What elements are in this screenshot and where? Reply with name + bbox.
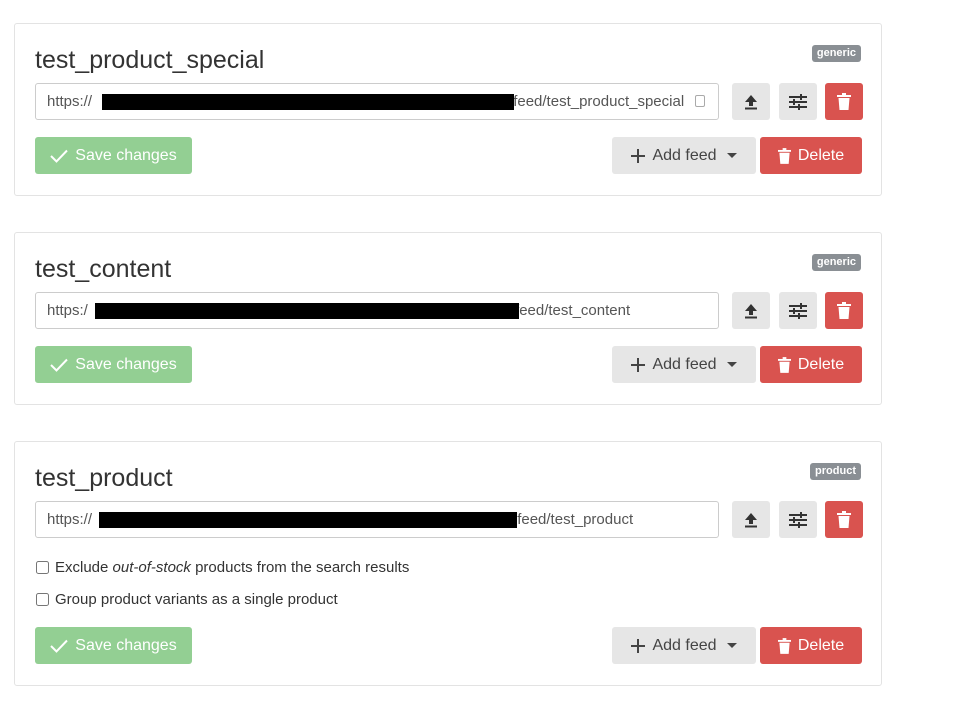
upload-button[interactable]	[732, 501, 770, 538]
delete-button[interactable]: Delete	[760, 137, 862, 174]
sliders-icon	[789, 302, 807, 319]
delete-icon-button[interactable]	[825, 501, 863, 538]
upload-button[interactable]	[732, 292, 770, 329]
settings-button[interactable]	[779, 501, 817, 538]
group-variants-checkbox[interactable]	[36, 593, 49, 606]
delete-icon-button[interactable]	[825, 292, 863, 329]
upload-button[interactable]	[732, 83, 770, 120]
trash-icon	[777, 147, 791, 164]
upload-icon	[745, 512, 757, 527]
settings-button[interactable]	[779, 83, 817, 120]
exclude-out-of-stock-option[interactable]: Exclude out-of-stock products from the s…	[36, 559, 409, 576]
caret-down-icon	[726, 362, 737, 367]
settings-button[interactable]	[779, 292, 817, 329]
url-prefix: https:/	[47, 302, 88, 319]
trash-icon	[777, 637, 791, 654]
feed-type-badge: generic	[811, 254, 861, 271]
feed-type-badge: generic	[811, 45, 861, 62]
delete-label: Delete	[797, 146, 845, 164]
feed-card: test_product_special generic https:// /f…	[14, 23, 882, 196]
delete-icon-button[interactable]	[825, 83, 863, 120]
upload-icon	[745, 94, 757, 109]
check-icon	[50, 149, 69, 163]
group-variants-option[interactable]: Group product variants as a single produ…	[36, 591, 338, 608]
save-label: Save changes	[75, 355, 177, 373]
save-label: Save changes	[75, 636, 177, 654]
save-changes-button[interactable]: Save changes	[35, 627, 192, 664]
trash-icon	[777, 356, 791, 373]
url-suffix: /feed/test_product_special	[509, 93, 685, 110]
trash-icon	[837, 511, 851, 528]
add-feed-dropdown[interactable]: Add feed	[612, 346, 756, 383]
plus-icon	[631, 148, 646, 163]
option-label: Exclude out-of-stock products from the s…	[55, 559, 410, 576]
redacted-block	[95, 303, 519, 319]
upload-icon	[745, 303, 757, 318]
feed-title: test_product	[35, 464, 173, 492]
trash-icon	[837, 302, 851, 319]
url-prefix: https://	[47, 93, 93, 110]
url-suffix: /feed/test_product	[513, 511, 634, 528]
trash-icon	[837, 93, 851, 110]
autofill-icon	[695, 95, 705, 107]
check-icon	[50, 639, 69, 653]
feed-title: test_content	[35, 255, 172, 283]
delete-label: Delete	[797, 355, 845, 373]
add-feed-label: Add feed	[652, 355, 717, 373]
add-feed-dropdown[interactable]: Add feed	[612, 627, 756, 664]
caret-down-icon	[726, 153, 737, 158]
delete-button[interactable]: Delete	[760, 627, 862, 664]
feed-title: test_product_special	[35, 46, 265, 74]
delete-button[interactable]: Delete	[760, 346, 862, 383]
save-changes-button[interactable]: Save changes	[35, 137, 192, 174]
exclude-out-of-stock-checkbox[interactable]	[36, 561, 49, 574]
plus-icon	[631, 638, 646, 653]
caret-down-icon	[726, 643, 737, 648]
feed-card: test_content generic https:/ /feed/test_…	[14, 232, 882, 405]
save-label: Save changes	[75, 146, 177, 164]
feed-card: test_product product https:// /feed/test…	[14, 441, 882, 686]
sliders-icon	[789, 511, 807, 528]
redacted-block	[102, 94, 514, 110]
save-changes-button[interactable]: Save changes	[35, 346, 192, 383]
add-feed-dropdown[interactable]: Add feed	[612, 137, 756, 174]
redacted-block	[99, 512, 517, 528]
url-suffix: /feed/test_content	[510, 302, 631, 319]
sliders-icon	[789, 93, 807, 110]
delete-label: Delete	[797, 636, 845, 654]
add-feed-label: Add feed	[652, 636, 717, 654]
check-icon	[50, 358, 69, 372]
plus-icon	[631, 357, 646, 372]
add-feed-label: Add feed	[652, 146, 717, 164]
url-prefix: https://	[47, 511, 93, 528]
feed-type-badge: product	[810, 463, 861, 480]
option-label: Group product variants as a single produ…	[55, 591, 338, 608]
